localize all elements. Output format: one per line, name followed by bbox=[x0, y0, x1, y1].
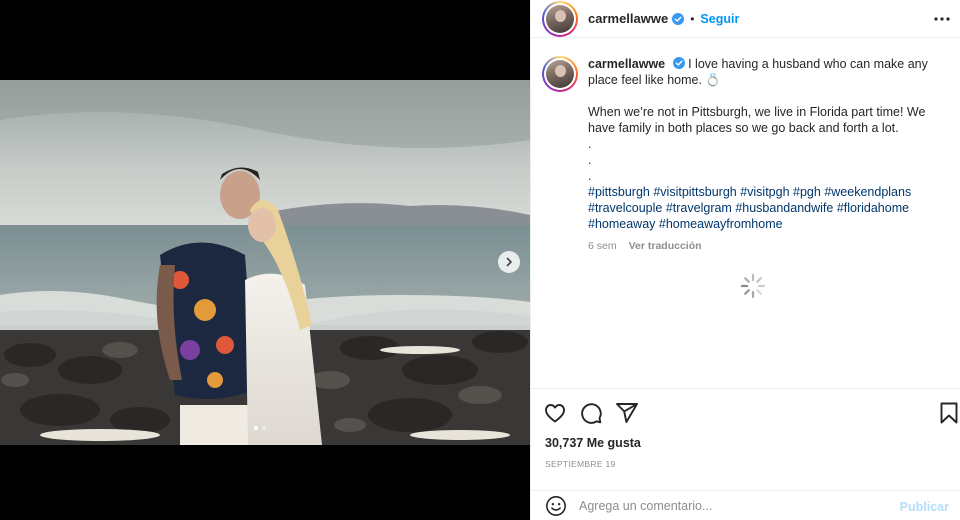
hashtag-link[interactable]: #travelcouple bbox=[588, 201, 662, 215]
heart-icon[interactable] bbox=[543, 401, 567, 425]
more-options-button[interactable] bbox=[932, 9, 952, 29]
comment-icon[interactable] bbox=[579, 401, 603, 425]
header-separator: • bbox=[690, 11, 695, 26]
header-username[interactable]: carmellawwe bbox=[588, 11, 668, 26]
carousel-dot bbox=[262, 426, 266, 430]
follow-button[interactable]: Seguir bbox=[700, 12, 739, 26]
action-bar bbox=[531, 388, 960, 432]
caption-dot-line: . bbox=[588, 153, 592, 167]
publish-button[interactable]: Publicar bbox=[900, 500, 949, 514]
loading-spinner-icon bbox=[740, 273, 766, 299]
caption-avatar[interactable] bbox=[542, 56, 578, 92]
post-date: SEPTIEMBRE 19 bbox=[545, 459, 616, 469]
carousel-indicator bbox=[254, 426, 266, 430]
beach-couple-photo bbox=[0, 80, 530, 445]
hashtag-link[interactable]: #visitpittsburgh bbox=[653, 185, 736, 199]
caption-text: carmellawwe I love having a husband who … bbox=[588, 56, 938, 254]
avatar-image bbox=[546, 4, 574, 33]
post-side-panel: carmellawwe • Seguir carmellawwe I love … bbox=[530, 0, 960, 520]
caption-dot-line: . bbox=[588, 137, 592, 151]
avatar-image bbox=[546, 60, 574, 88]
time-ago: 6 sem bbox=[588, 240, 617, 252]
verified-badge-icon bbox=[672, 57, 685, 69]
hashtag-list: #pittsburgh #visitpittsburgh #visitpgh #… bbox=[588, 184, 938, 232]
avatar[interactable] bbox=[542, 0, 578, 37]
share-icon[interactable] bbox=[615, 401, 639, 425]
see-translation-button[interactable]: Ver traducción bbox=[629, 238, 702, 254]
hashtag-link[interactable]: #floridahome bbox=[837, 201, 909, 215]
caption-meta: 6 sem Ver traducción bbox=[588, 238, 938, 254]
caption-line-2: When we’re not in Pittsburgh, we live in… bbox=[588, 105, 926, 135]
hashtag-link[interactable]: #weekendplans bbox=[824, 185, 911, 199]
caption-section: carmellawwe I love having a husband who … bbox=[542, 56, 952, 254]
carousel-next-icon bbox=[506, 257, 512, 267]
caption-username[interactable]: carmellawwe bbox=[588, 57, 665, 71]
comment-bar: Publicar bbox=[531, 490, 960, 520]
emoji-icon[interactable] bbox=[545, 495, 567, 517]
post-photo[interactable] bbox=[0, 80, 530, 445]
hashtag-link[interactable]: #pittsburgh bbox=[588, 185, 650, 199]
post-header: carmellawwe • Seguir bbox=[531, 0, 960, 38]
comment-input[interactable] bbox=[579, 498, 879, 513]
more-options-icon bbox=[934, 17, 950, 21]
hashtag-link[interactable]: #homeawayfromhome bbox=[659, 217, 783, 231]
hashtag-link[interactable]: #homeaway bbox=[588, 217, 655, 231]
caption-dot-line: . bbox=[588, 169, 592, 183]
carousel-dot-active bbox=[254, 426, 258, 430]
carousel-next-button[interactable] bbox=[498, 251, 520, 273]
likes-count[interactable]: 30,737 Me gusta bbox=[545, 436, 641, 450]
hashtag-link[interactable]: #travelgram bbox=[666, 201, 732, 215]
bookmark-icon[interactable] bbox=[937, 401, 960, 425]
hashtag-link[interactable]: #pgh bbox=[793, 185, 821, 199]
hashtag-link[interactable]: #visitpgh bbox=[740, 185, 789, 199]
hashtag-link[interactable]: #husbandandwife bbox=[735, 201, 833, 215]
post-media bbox=[0, 0, 530, 520]
verified-badge-icon bbox=[672, 12, 685, 25]
